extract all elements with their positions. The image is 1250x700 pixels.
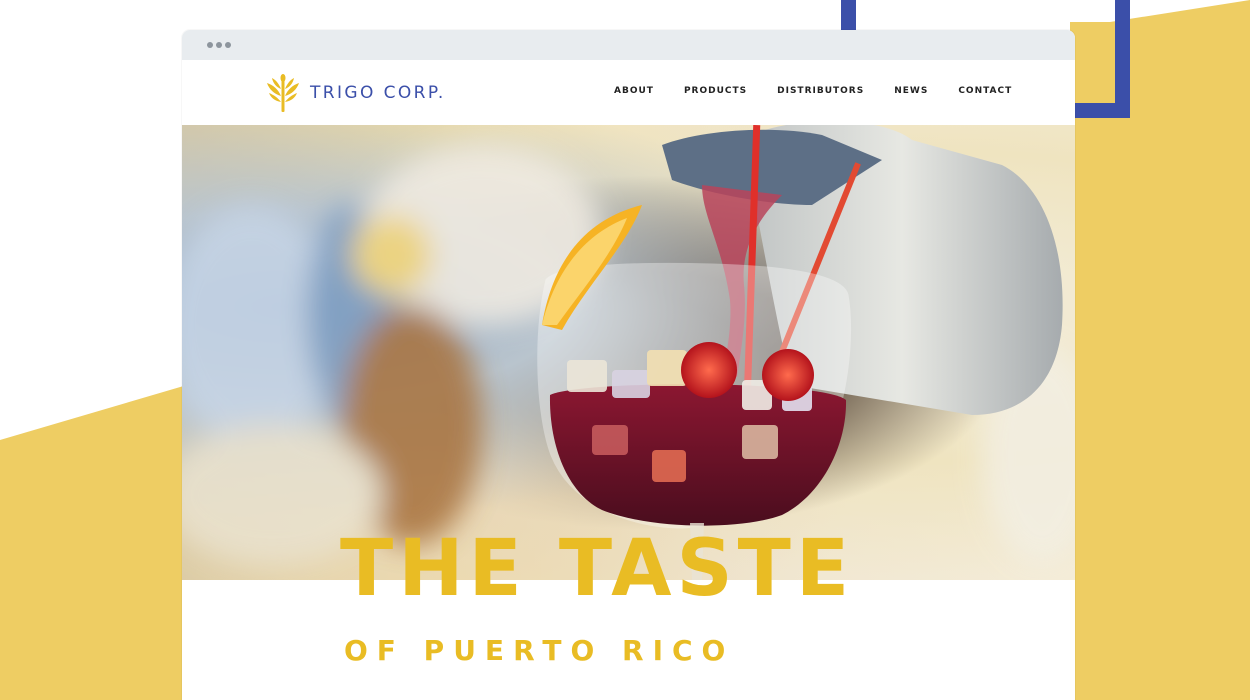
main-nav: ABOUT PRODUCTS DISTRIBUTORS NEWS CONTACT (614, 86, 1042, 96)
browser-titlebar (182, 30, 1075, 60)
window-dot-icon[interactable] (207, 42, 213, 48)
nav-item-products[interactable]: PRODUCTS (684, 86, 747, 96)
nav-item-contact[interactable]: CONTACT (958, 86, 1012, 96)
nav-item-about[interactable]: ABOUT (614, 86, 654, 96)
browser-window: TRIGO CORP. ABOUT PRODUCTS DISTRIBUTORS … (182, 30, 1075, 700)
brand-name: TRIGO CORP. (310, 83, 446, 103)
wheat-icon (267, 74, 299, 112)
hero-image (182, 125, 1075, 580)
hero-title: THE TASTE (340, 524, 855, 614)
hero-subtitle: OF PUERTO RICO (344, 634, 735, 667)
hero-headline: THE TASTE OF PUERTO RICO (340, 530, 1040, 667)
site-header: TRIGO CORP. ABOUT PRODUCTS DISTRIBUTORS … (182, 60, 1075, 125)
nav-item-distributors[interactable]: DISTRIBUTORS (777, 86, 864, 96)
brand-logo[interactable]: TRIGO CORP. (266, 74, 446, 112)
window-dot-icon[interactable] (225, 42, 231, 48)
sangria-illustration (182, 125, 1075, 580)
nav-item-news[interactable]: NEWS (894, 86, 928, 96)
window-dot-icon[interactable] (216, 42, 222, 48)
